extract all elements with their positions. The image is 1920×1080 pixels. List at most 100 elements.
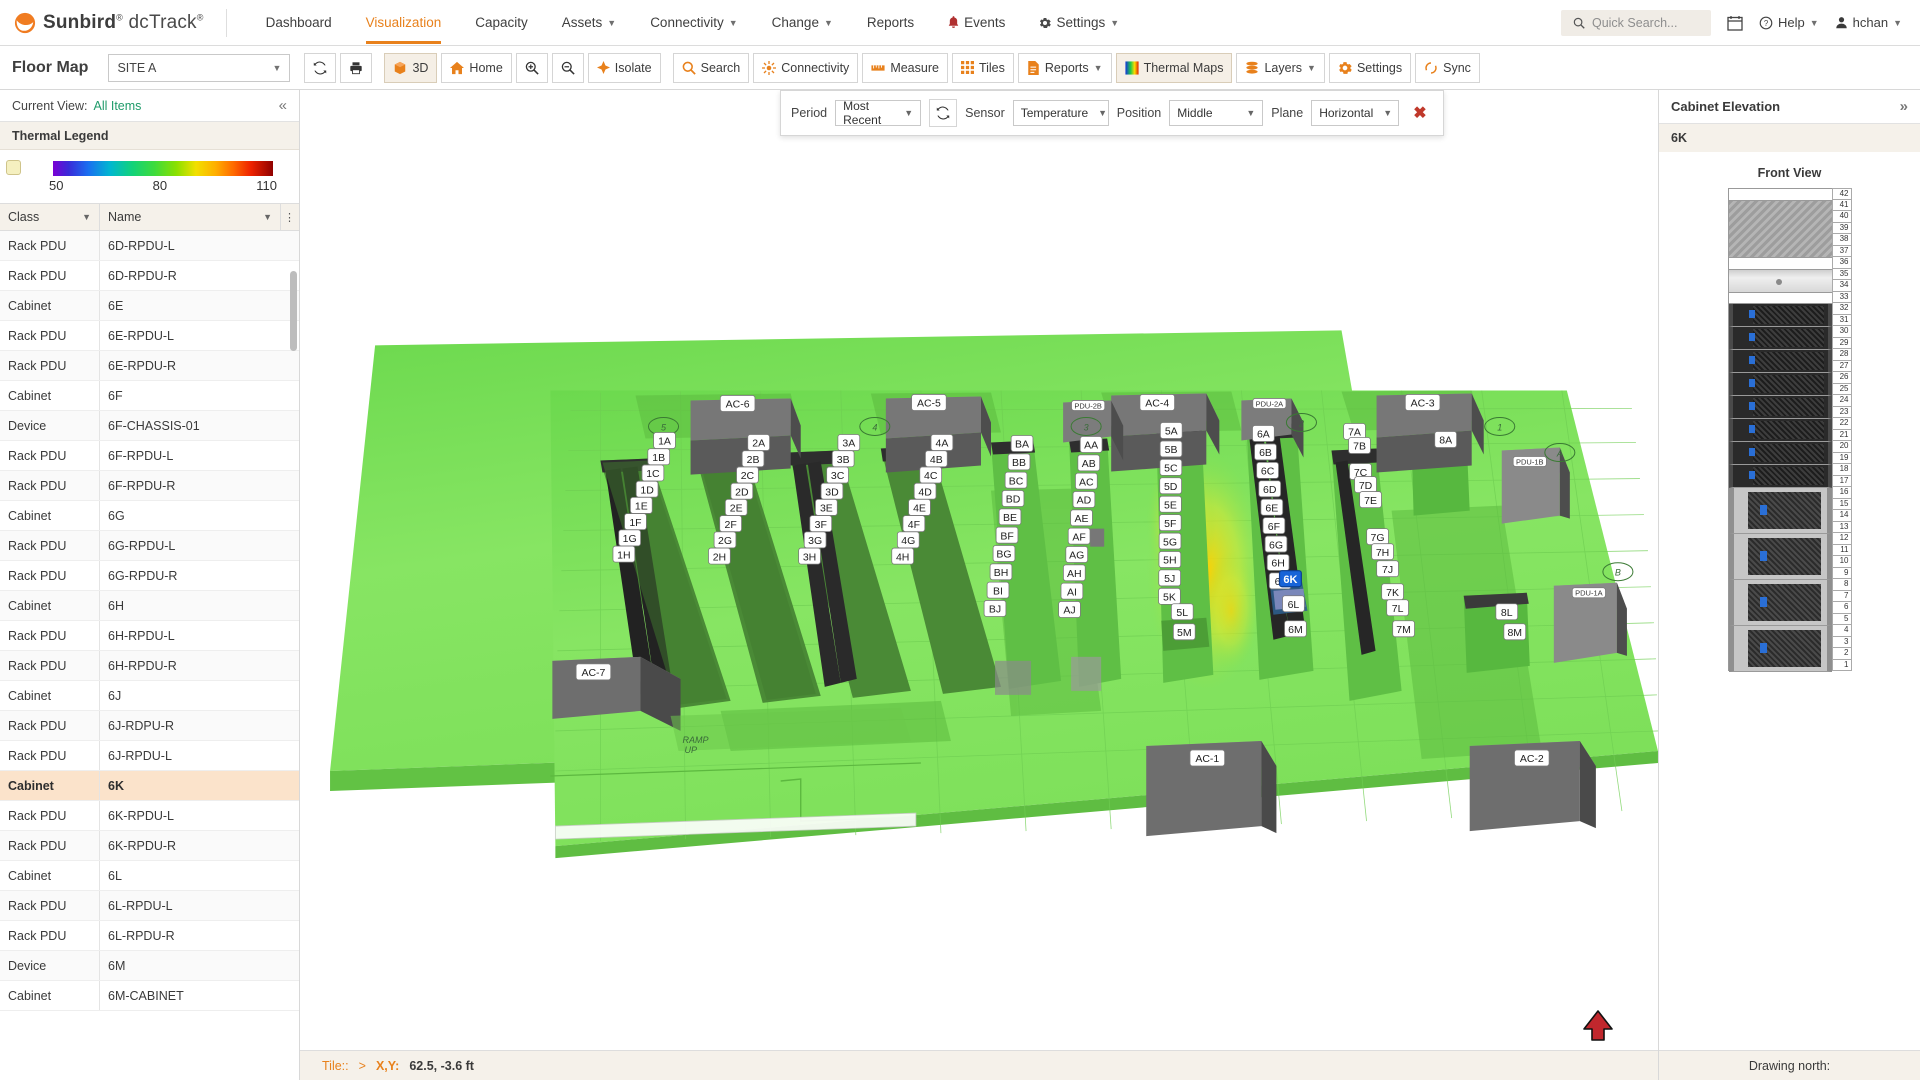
cabinet-label-4g[interactable]: 4G	[897, 532, 919, 548]
rack-device[interactable]	[1729, 373, 1832, 396]
cabinet-label-3d[interactable]: 3D	[821, 483, 843, 499]
rack-device[interactable]	[1729, 580, 1832, 626]
plane-select[interactable]: Horizontal ▼	[1311, 100, 1399, 126]
table-row[interactable]: Rack PDU6G-RPDU-R	[0, 561, 299, 591]
ac-unit-label-ac-1[interactable]: AC-1	[1190, 750, 1225, 766]
home-button[interactable]: Home	[441, 53, 511, 83]
table-row[interactable]: Cabinet6E	[0, 291, 299, 321]
floor-map-3d-render[interactable]: RAMP UP 5 4 3	[300, 90, 1658, 1031]
cabinet-label-1g[interactable]: 1G	[619, 530, 641, 546]
settings-button[interactable]: Settings	[1329, 53, 1411, 83]
cabinet-label-7e[interactable]: 7E	[1360, 492, 1382, 508]
cabinet-label-5e[interactable]: 5E	[1160, 496, 1182, 512]
cabinet-label-6e[interactable]: 6E	[1261, 499, 1283, 515]
cabinet-label-bc[interactable]: BC	[1005, 472, 1027, 488]
cabinet-label-4b[interactable]: 4B	[925, 451, 947, 467]
grid-scrollbar[interactable]	[290, 271, 297, 351]
pdu-label-pdu-1b[interactable]: PDU-1B	[1513, 457, 1546, 467]
cabinet-label-3a[interactable]: 3A	[838, 435, 860, 451]
floor-map-viewport[interactable]: RAMP UP 5 4 3	[300, 90, 1658, 1050]
cabinet-label-bj[interactable]: BJ	[984, 600, 1006, 616]
rack-device[interactable]	[1729, 534, 1832, 580]
sensor-select[interactable]: Temperature ▼	[1013, 100, 1109, 126]
table-row[interactable]: Cabinet6G	[0, 501, 299, 531]
cabinet-label-1h[interactable]: 1H	[613, 546, 635, 562]
nav-item-visualization[interactable]: Visualization	[349, 2, 459, 43]
cabinet-label-bf[interactable]: BF	[996, 527, 1018, 543]
cabinet-label-af[interactable]: AF	[1068, 528, 1090, 544]
column-header-class[interactable]: Class ▼	[0, 204, 100, 230]
table-row[interactable]: Rack PDU6F-RPDU-R	[0, 471, 299, 501]
nav-item-reports[interactable]: Reports	[850, 2, 931, 43]
cabinet-label-5g[interactable]: 5G	[1159, 533, 1181, 549]
search-button[interactable]: Search	[673, 53, 750, 83]
cabinet-label-ag[interactable]: AG	[1066, 546, 1088, 562]
table-row[interactable]: Device6M	[0, 951, 299, 981]
rack-device[interactable]	[1729, 626, 1832, 672]
rack-device[interactable]	[1729, 350, 1832, 373]
cabinet-label-1b[interactable]: 1B	[648, 449, 670, 465]
print-button[interactable]	[340, 53, 372, 83]
cabinet-label-3e[interactable]: 3E	[815, 499, 837, 515]
measure-button[interactable]: Measure	[862, 53, 948, 83]
nav-item-dashboard[interactable]: Dashboard	[249, 2, 349, 43]
nav-item-capacity[interactable]: Capacity	[458, 2, 545, 43]
cabinet-label-aa[interactable]: AA	[1080, 437, 1102, 453]
table-row[interactable]: Cabinet6M-CABINET	[0, 981, 299, 1011]
cabinet-label-5k[interactable]: 5K	[1159, 588, 1181, 604]
tiles-button[interactable]: Tiles	[952, 53, 1014, 83]
ac-unit-label-ac-3[interactable]: AC-3	[1405, 394, 1440, 410]
table-row[interactable]: Device6F-CHASSIS-01	[0, 411, 299, 441]
cabinet-label-5j[interactable]: 5J	[1159, 570, 1181, 586]
cabinet-label-6a[interactable]: 6A	[1252, 425, 1274, 441]
sync-button[interactable]: Sync	[1415, 53, 1480, 83]
cabinet-label-7l[interactable]: 7L	[1387, 600, 1409, 616]
table-row[interactable]: Rack PDU6J-RPDU-L	[0, 741, 299, 771]
cabinet-label-bd[interactable]: BD	[1002, 490, 1024, 506]
cabinet-label-3b[interactable]: 3B	[832, 451, 854, 467]
rack-device[interactable]	[1729, 270, 1832, 293]
cabinet-label-8a[interactable]: 8A	[1435, 432, 1457, 448]
cabinet-label-5h[interactable]: 5H	[1159, 551, 1181, 567]
table-row[interactable]: Rack PDU6H-RPDU-L	[0, 621, 299, 651]
cabinet-label-2b[interactable]: 2B	[742, 451, 764, 467]
connectivity-button[interactable]: Connectivity	[753, 53, 858, 83]
cabinet-label-5f[interactable]: 5F	[1159, 515, 1181, 531]
cabinet-label-3h[interactable]: 3H	[799, 548, 821, 564]
cabinet-label-3f[interactable]: 3F	[810, 516, 832, 532]
rack-device[interactable]	[1729, 442, 1832, 465]
expand-panel-icon[interactable]: »	[1900, 98, 1908, 115]
table-row[interactable]: Cabinet6J	[0, 681, 299, 711]
cabinet-label-5m[interactable]: 5M	[1173, 624, 1195, 640]
position-select[interactable]: Middle ▼	[1169, 100, 1263, 126]
cabinet-label-5l[interactable]: 5L	[1171, 604, 1193, 620]
cabinet-label-ad[interactable]: AD	[1073, 491, 1095, 507]
table-row[interactable]: Rack PDU6G-RPDU-L	[0, 531, 299, 561]
nav-item-events[interactable]: Events	[931, 2, 1022, 43]
cabinet-label-6k[interactable]: 6K	[1280, 571, 1302, 587]
pdu-label-pdu-2a[interactable]: PDU-2A	[1253, 398, 1286, 408]
table-row[interactable]: Cabinet6L	[0, 861, 299, 891]
cabinet-label-ab[interactable]: AB	[1078, 455, 1100, 471]
table-row[interactable]: Rack PDU6E-RPDU-R	[0, 351, 299, 381]
cabinet-label-6m[interactable]: 6M	[1285, 621, 1307, 637]
nav-item-connectivity[interactable]: Connectivity▼	[633, 2, 754, 43]
cabinet-label-4h[interactable]: 4H	[892, 548, 914, 564]
thermal-maps-button[interactable]: Thermal Maps	[1116, 53, 1233, 83]
cabinet-label-6g[interactable]: 6G	[1265, 536, 1287, 552]
table-row[interactable]: Cabinet6K	[0, 771, 299, 801]
rack-device[interactable]	[1729, 327, 1832, 350]
cabinet-label-2g[interactable]: 2G	[714, 532, 736, 548]
user-menu[interactable]: hchan▼	[1835, 15, 1902, 30]
cabinet-label-ai[interactable]: AI	[1061, 583, 1083, 599]
rack-blanking-panel[interactable]	[1729, 201, 1832, 259]
ac-unit-label-ac-5[interactable]: AC-5	[912, 394, 947, 410]
cabinet-label-ah[interactable]: AH	[1063, 565, 1085, 581]
zoom-out-button[interactable]	[552, 53, 584, 83]
rack-device[interactable]	[1729, 304, 1832, 327]
ac-unit-label-ac-6[interactable]: AC-6	[720, 395, 755, 411]
refresh-button[interactable]	[304, 53, 336, 83]
cabinet-label-6l[interactable]: 6L	[1283, 596, 1305, 612]
ac-unit-label-ac-4[interactable]: AC-4	[1140, 394, 1175, 410]
collapse-panel-icon[interactable]: «	[279, 97, 287, 114]
